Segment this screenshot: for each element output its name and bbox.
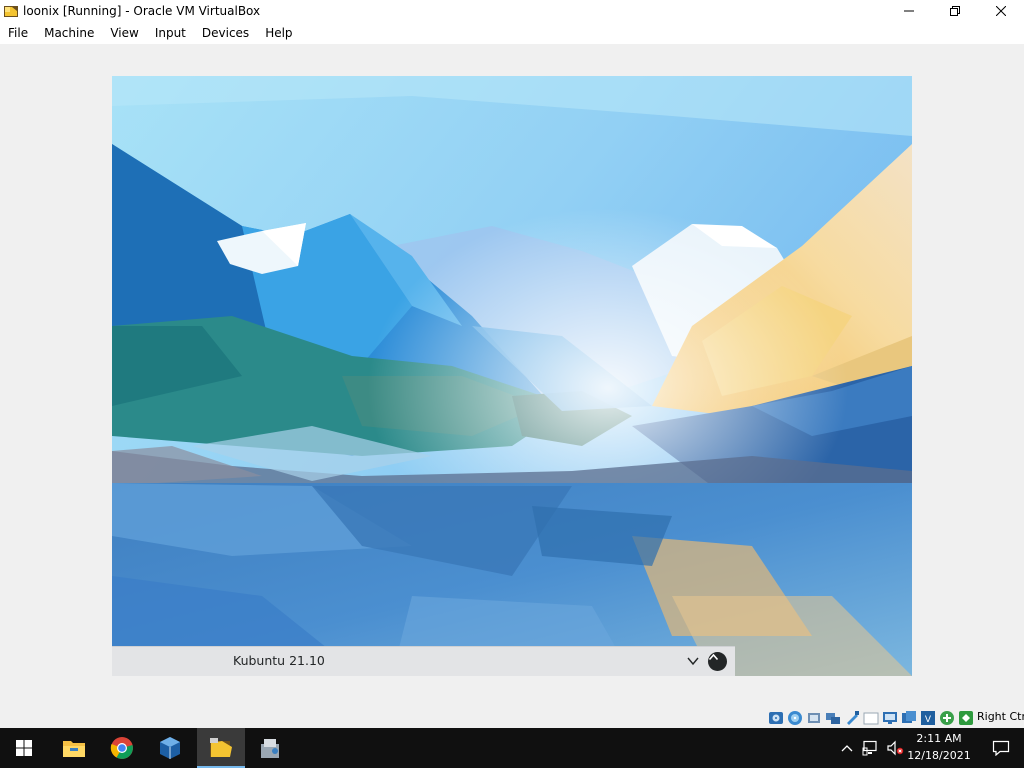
- network-tray-icon: [862, 740, 877, 756]
- vm-status-bar: V Right Ctrl: [0, 706, 1024, 728]
- clock-date: 12/18/2021: [907, 749, 971, 762]
- network-icon[interactable]: [825, 710, 841, 726]
- restore-icon: [950, 6, 960, 16]
- minimize-button[interactable]: [886, 0, 932, 22]
- taskbar-app-installer[interactable]: [246, 728, 294, 768]
- restore-button[interactable]: [932, 0, 978, 22]
- taskbar-google-chrome[interactable]: [98, 728, 146, 768]
- optical-drive-icon[interactable]: [787, 710, 803, 726]
- virtualbox-vm-icon: [3, 3, 19, 19]
- taskbar-virtualbox-vm[interactable]: [197, 728, 245, 768]
- show-hidden-icons-button[interactable]: [838, 728, 856, 768]
- svg-text:V: V: [925, 715, 932, 725]
- menu-help[interactable]: Help: [261, 23, 296, 43]
- start-button[interactable]: [0, 728, 48, 768]
- vm-display-area: Kubuntu 21.10: [0, 44, 1024, 706]
- menu-bar: File Machine View Input Devices Help: [0, 22, 1024, 44]
- taskbar-virtualbox[interactable]: [146, 728, 194, 768]
- audio-icon[interactable]: [806, 710, 822, 726]
- video-capture-icon[interactable]: [901, 710, 917, 726]
- menu-file[interactable]: File: [4, 23, 32, 43]
- menu-devices[interactable]: Devices: [198, 23, 253, 43]
- clock-time: 2:11 AM: [916, 732, 962, 745]
- vm-screen[interactable]: Kubuntu 21.10: [112, 76, 912, 676]
- chevron-up-icon: [841, 745, 853, 752]
- windows-taskbar: 2:11 AM 12/18/2021: [0, 728, 1024, 768]
- vt-x-icon[interactable]: V: [920, 710, 936, 726]
- keyboard-capture-icon[interactable]: [958, 710, 974, 726]
- minimize-icon: [904, 10, 914, 12]
- action-center-button[interactable]: [978, 728, 1024, 768]
- hard-disk-icon[interactable]: [768, 710, 784, 726]
- virtualbox-vm-icon: [210, 738, 232, 757]
- window-title: loonix [Running] - Oracle VM VirtualBox: [23, 4, 261, 18]
- menu-input[interactable]: Input: [151, 23, 190, 43]
- windows-logo-icon: [16, 740, 32, 756]
- title-bar[interactable]: loonix [Running] - Oracle VM VirtualBox: [0, 0, 1024, 22]
- close-button[interactable]: [978, 0, 1024, 22]
- expand-up-button[interactable]: [708, 652, 727, 671]
- kubuntu-wallpaper: [112, 76, 912, 676]
- display-icon[interactable]: [882, 710, 898, 726]
- chevron-up-icon: [708, 653, 719, 661]
- taskbar-file-explorer[interactable]: [50, 728, 98, 768]
- virtualbox-icon: [160, 737, 180, 759]
- menu-view[interactable]: View: [106, 23, 142, 43]
- close-icon: [996, 6, 1006, 16]
- host-key-label: Right Ctrl: [977, 710, 1024, 723]
- chevron-down-icon[interactable]: [686, 654, 700, 668]
- notification-icon: [992, 740, 1010, 756]
- installer-icon: [261, 739, 279, 758]
- menu-machine[interactable]: Machine: [40, 23, 98, 43]
- taskbar-clock[interactable]: 2:11 AM 12/18/2021: [900, 730, 978, 764]
- network-tray-button[interactable]: [860, 728, 882, 768]
- usb-icon[interactable]: [844, 710, 860, 726]
- mouse-integration-icon[interactable]: [939, 710, 955, 726]
- session-selector-bar[interactable]: Kubuntu 21.10: [112, 646, 735, 676]
- folder-icon: [63, 741, 85, 757]
- session-name: Kubuntu 21.10: [233, 653, 325, 668]
- chrome-icon: [110, 737, 133, 759]
- shared-folders-icon[interactable]: [863, 710, 879, 726]
